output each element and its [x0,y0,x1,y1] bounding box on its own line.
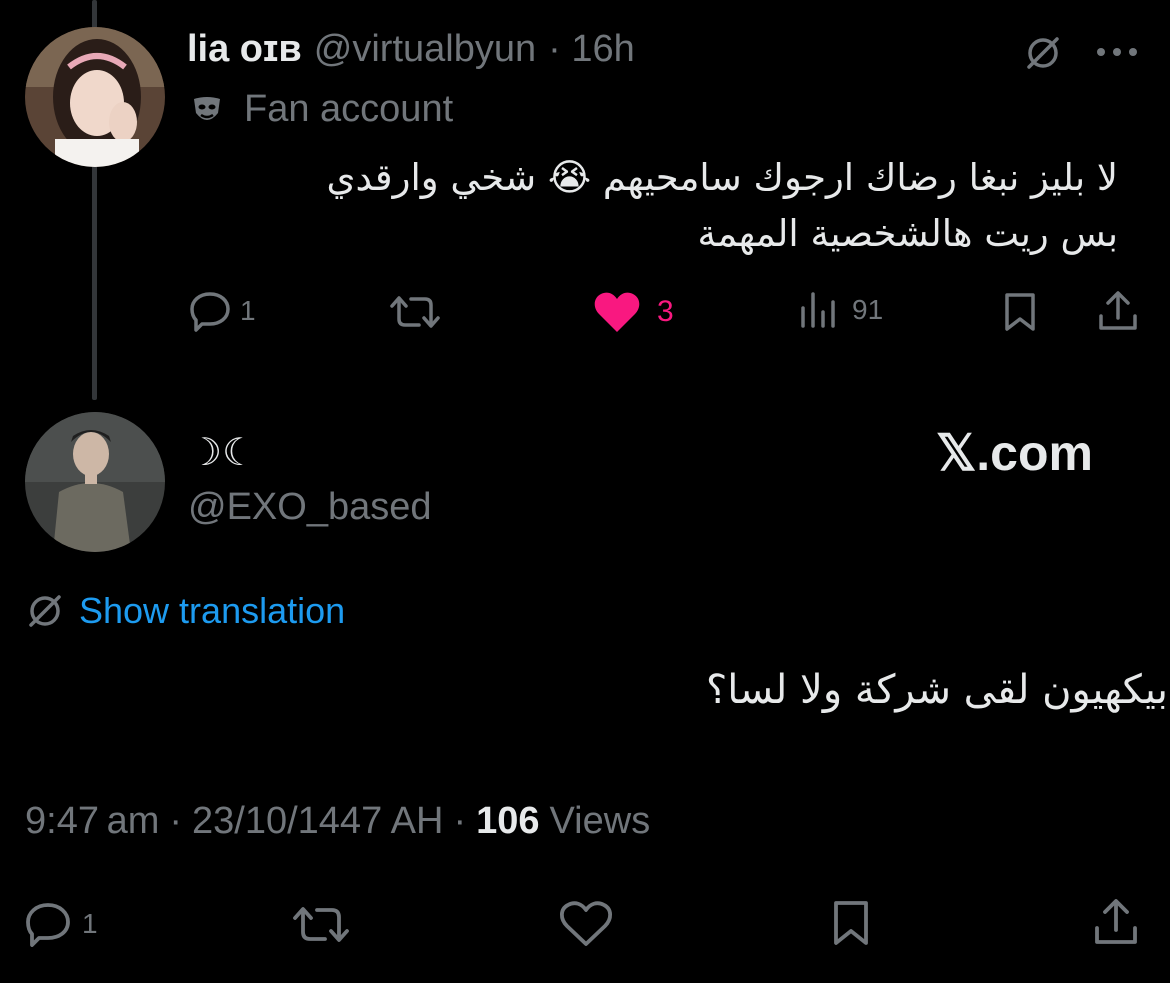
separator: · [169,800,183,842]
reply-button[interactable]: 1 [188,290,256,332]
share-icon [1095,899,1137,944]
reply-handle[interactable]: @virtualbyun [314,28,536,71]
fan-mask-icon [190,93,224,127]
tweet-meta: 9:47 am · 23/10/1447 AH · 106 Views [25,800,650,843]
views-label: Views [549,800,651,842]
reply-text: لا بليز نبغا رضاك ارجوك سامحيهم 😭 شخي وا… [190,150,1118,262]
bookmark-icon [1005,293,1035,331]
fan-account-label: Fan account [244,88,454,130]
views-total[interactable]: 106 [476,800,539,843]
separator: · [453,800,467,842]
show-translation-link[interactable]: Show translation [25,590,345,632]
reply-icon [26,903,70,947]
share-button[interactable] [1095,288,1141,334]
retweet-icon [293,907,349,942]
like-count: 3 [657,295,674,328]
main-retweet-button[interactable] [286,900,356,948]
reply-text-line-1: لا بليز نبغا رضاك ارجوك سامحيهم 😭 شخي وا… [326,156,1118,199]
share-icon [1099,291,1137,330]
main-reply-button[interactable]: 1 [24,901,98,947]
like-icon [594,292,640,332]
bookmark-button[interactable] [998,290,1042,334]
views-count: 91 [852,294,884,325]
retweet-button[interactable] [388,290,442,334]
like-button[interactable]: 3 [593,290,674,334]
grok-icon[interactable] [1020,30,1066,76]
reply-time[interactable]: · 16h [548,28,635,71]
reply-text-line-2: بس ريت هالشخصية المهمة [697,212,1118,255]
main-reply-count: 1 [82,908,98,939]
main-tweet-text: بيكهيون لقى شركة ولا لسا؟ [706,667,1168,713]
main-share-button[interactable] [1090,896,1142,948]
retweet-icon [390,296,440,328]
avatar-virtualbyun[interactable] [25,27,165,167]
x-com-watermark: 𝕏.com [936,425,1093,481]
reply-display-name[interactable]: lia ᴏɪʙ [187,28,302,71]
views-button[interactable]: 91 [798,290,883,330]
bookmark-icon [834,901,868,945]
show-translation-label: Show translation [79,590,346,631]
tweet-date[interactable]: 23/10/1447 AH [192,800,443,843]
like-icon [559,901,613,946]
translate-icon [29,595,61,627]
main-bookmark-button[interactable] [826,898,876,948]
reply-icon [190,292,230,332]
more-icon[interactable] [1092,32,1142,72]
views-icon [801,292,835,328]
main-handle[interactable]: @EXO_based [188,486,432,529]
avatar-exo-based[interactable] [25,412,165,552]
tweet-time[interactable]: 9:47 am [25,800,159,843]
main-display-name[interactable]: ☽☾ [188,430,256,475]
reply-count: 1 [240,295,256,326]
main-like-button[interactable] [556,900,616,948]
